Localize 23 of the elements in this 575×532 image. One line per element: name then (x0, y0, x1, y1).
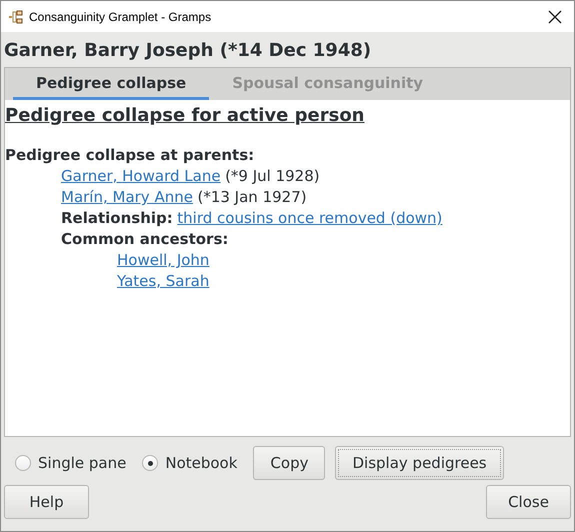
radio-button[interactable] (142, 455, 158, 471)
section-label: Pedigree collapse at parents: (5, 145, 256, 166)
birth-date: (*13 Jan 1927) (197, 188, 307, 206)
action-button[interactable]: Display pedigrees (335, 446, 504, 480)
content-title: Pedigree collapse for active person (5, 104, 366, 128)
ancestor-link[interactable]: Howell, John (117, 251, 210, 269)
app-icon (9, 10, 23, 24)
relationship-label: Relationship: (61, 209, 173, 227)
radio-label[interactable]: Notebook (165, 454, 238, 472)
action-button[interactable]: Copy (253, 446, 326, 480)
birth-date: (*9 Jul 1928) (225, 167, 320, 185)
close-icon[interactable] (548, 10, 562, 24)
dialog-button[interactable]: Help (4, 485, 89, 519)
person-heading: Garner, Barry Joseph (*14 Dec 1948) (4, 39, 372, 63)
dialog-button[interactable]: Close (486, 485, 571, 519)
ancestors-label: Common ancestors: (61, 229, 230, 250)
radio-button[interactable] (15, 455, 31, 471)
radio-label[interactable]: Single pane (38, 454, 126, 472)
ancestor-link[interactable]: Yates, Sarah (117, 272, 210, 290)
window-title: Consanguinity Gramplet - Gramps (29, 10, 212, 24)
relationship-link[interactable]: third cousins once removed (down) (177, 209, 442, 227)
person-link[interactable]: Garner, Howard Lane (61, 167, 221, 185)
person-link[interactable]: Marín, Mary Anne (61, 188, 193, 206)
